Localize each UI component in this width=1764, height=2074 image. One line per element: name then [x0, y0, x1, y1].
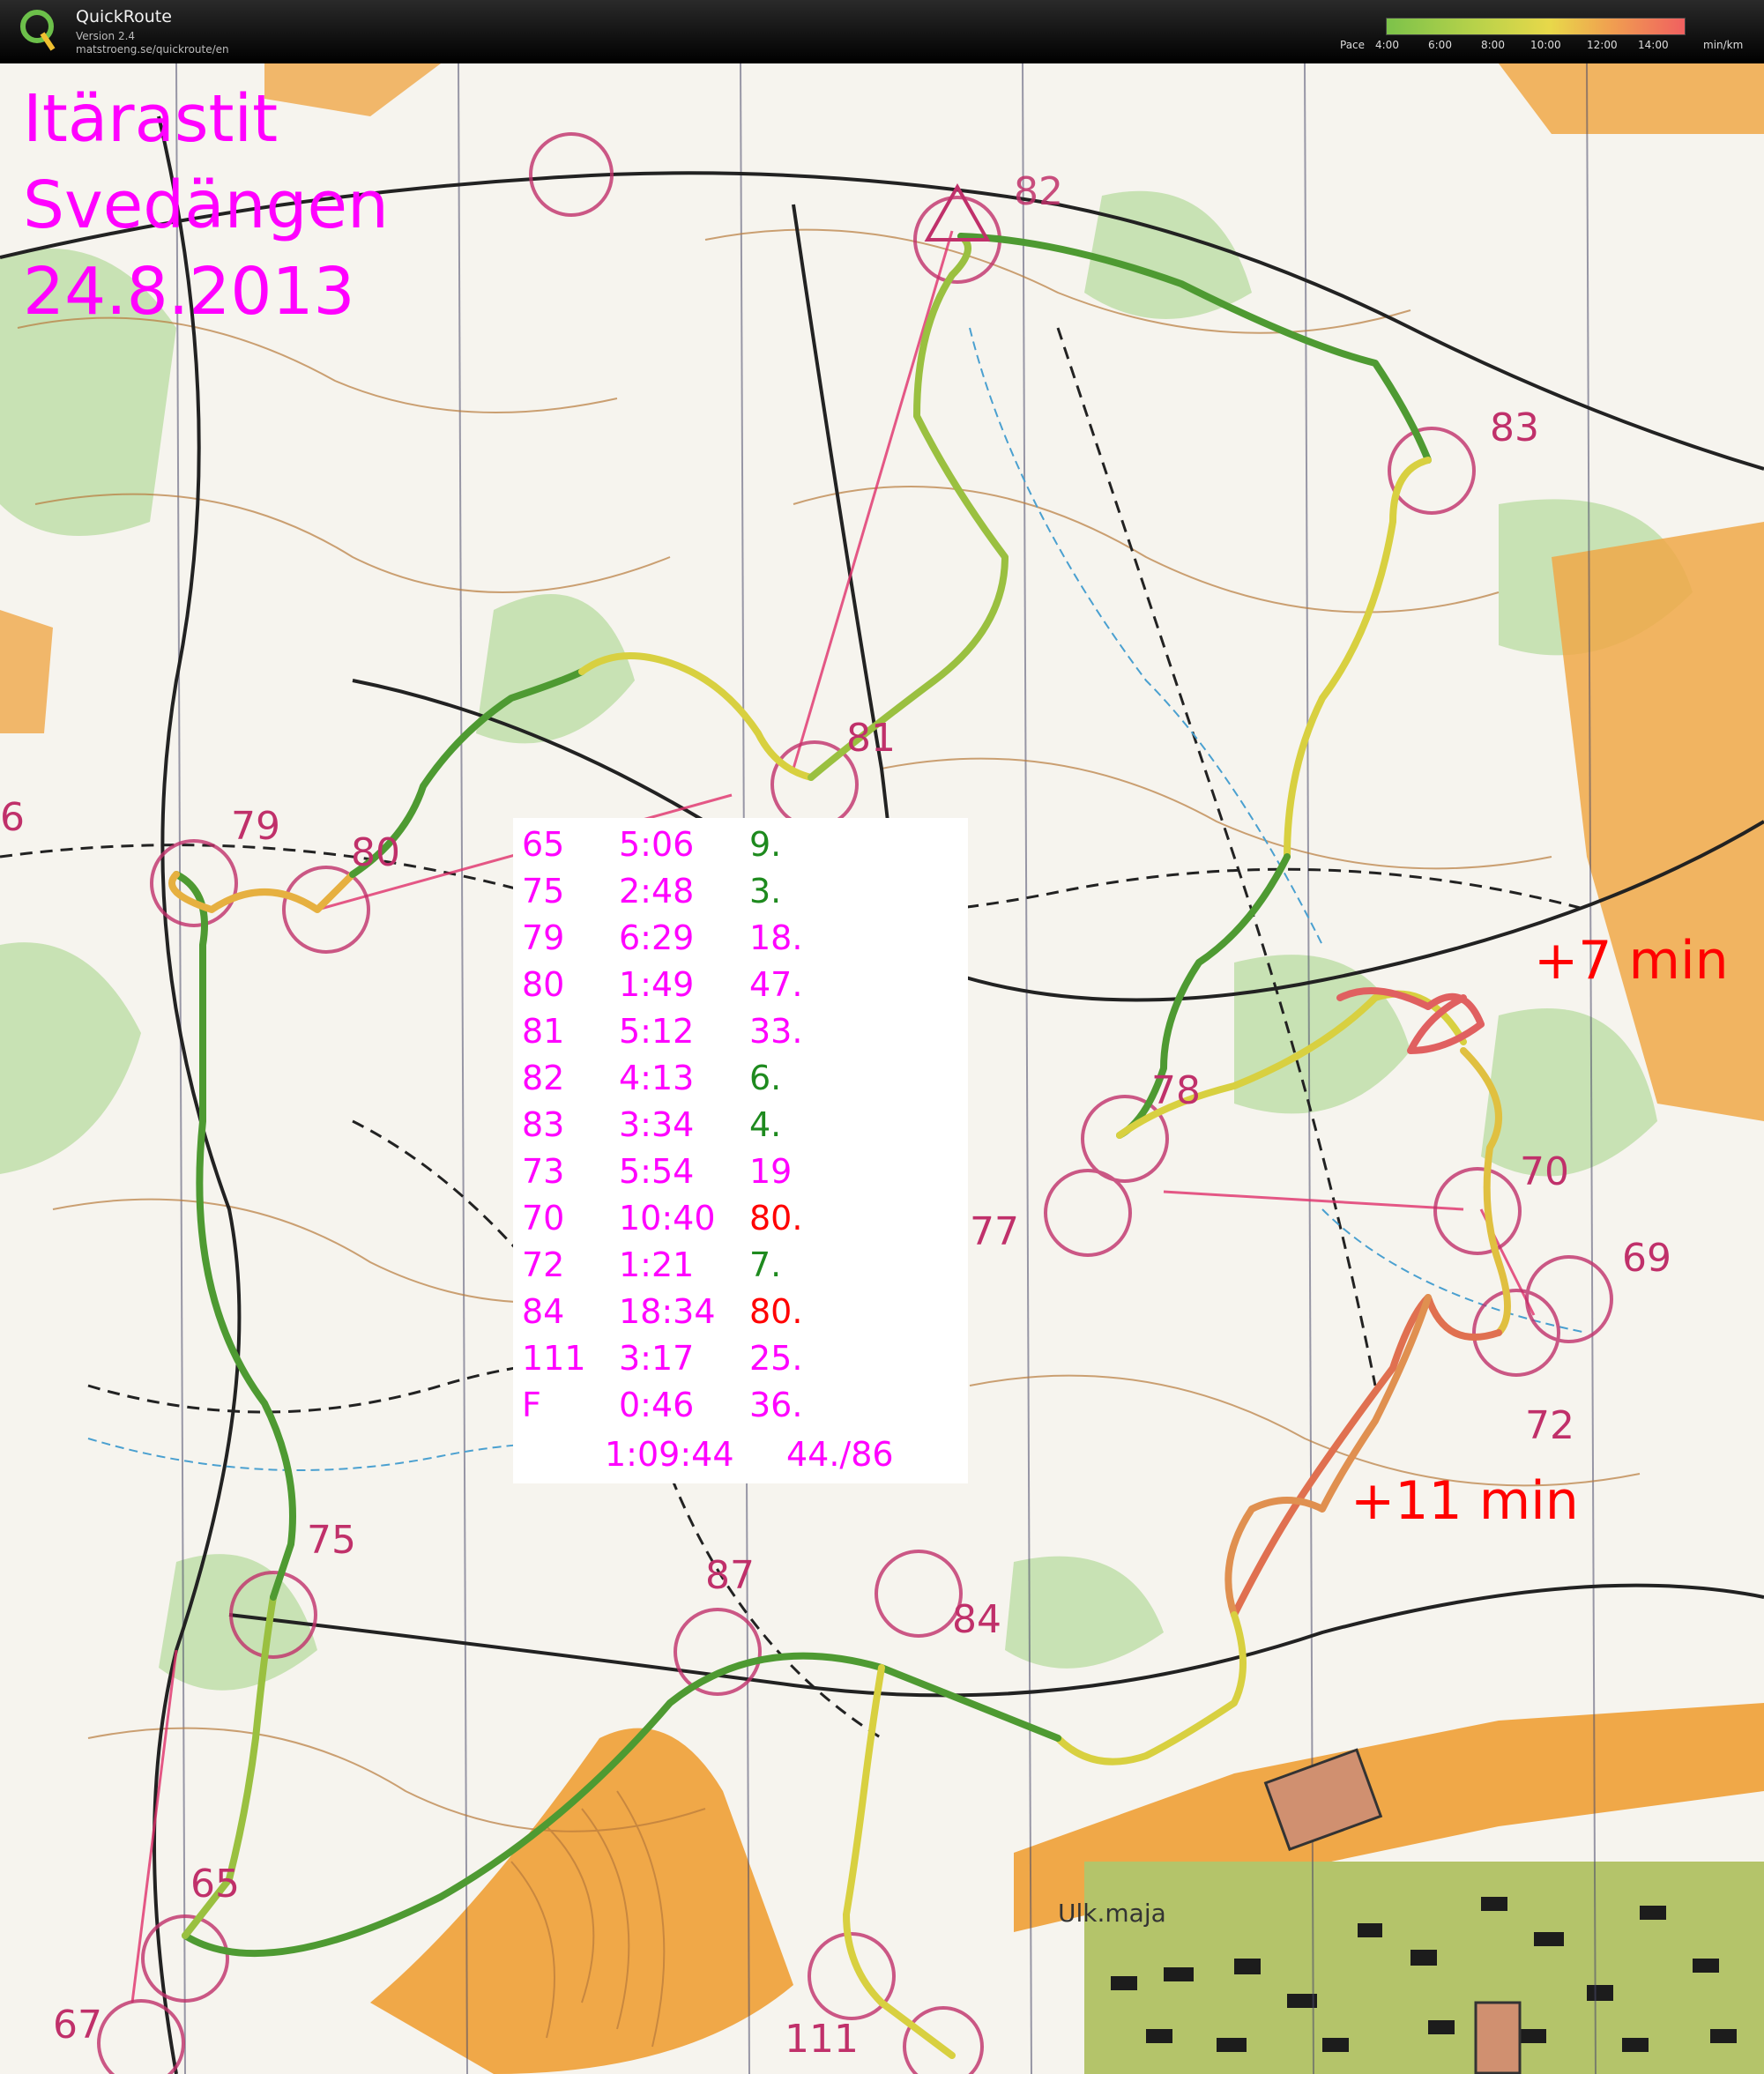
split-row: 70 10:40 80. — [513, 1199, 968, 1243]
split-row: 81 5:12 33. — [513, 1012, 968, 1056]
split-time: 4:13 — [619, 1059, 695, 1097]
split-rank: 25. — [749, 1339, 803, 1378]
time-lost-note: +11 min — [1351, 1470, 1579, 1532]
split-row: 79 6:29 18. — [513, 918, 968, 963]
split-control: 80 — [522, 965, 565, 1004]
pace-unit: min/km — [1703, 39, 1744, 51]
split-control: F — [522, 1386, 541, 1424]
split-control: 72 — [522, 1245, 565, 1284]
split-rank: 33. — [749, 1012, 803, 1051]
split-time: 0:46 — [619, 1386, 695, 1424]
time-lost-note: +7 min — [1534, 930, 1729, 992]
split-rank: 19 — [749, 1152, 793, 1191]
split-time: 2:48 — [619, 872, 695, 911]
control-label: 72 — [1525, 1403, 1574, 1448]
control-label: 79 — [231, 804, 280, 849]
control-label: 65 — [190, 1862, 240, 1907]
control-label: 83 — [1490, 405, 1539, 450]
split-row: 80 1:49 47. — [513, 965, 968, 1009]
control-label: 84 — [952, 1597, 1001, 1642]
split-time: 6:29 — [619, 918, 695, 957]
split-time: 3:34 — [619, 1105, 695, 1144]
split-row: 82 4:13 6. — [513, 1059, 968, 1103]
split-control: 75 — [522, 872, 565, 911]
control-label: 80 — [351, 830, 400, 875]
control-label: 81 — [846, 716, 896, 761]
split-time: 3:17 — [619, 1339, 695, 1378]
split-rank: 18. — [749, 918, 803, 957]
event-location: Svedängen — [23, 167, 389, 243]
total-time: 1:09:44 — [605, 1435, 734, 1474]
split-row: 83 3:34 4. — [513, 1105, 968, 1149]
total-rank: 44./86 — [786, 1435, 894, 1474]
split-time: 5:12 — [619, 1012, 695, 1051]
split-rank: 80. — [749, 1199, 803, 1238]
pace-tick: 6:00 — [1428, 39, 1452, 51]
split-control: 73 — [522, 1152, 565, 1191]
split-time: 1:21 — [619, 1245, 695, 1284]
split-control: 70 — [522, 1199, 565, 1238]
app-toolbar: QuickRoute Version 2.4 matstroeng.se/qui… — [0, 0, 1764, 63]
split-rank: 6. — [749, 1059, 782, 1097]
control-label: 70 — [1520, 1149, 1569, 1194]
split-rank: 3. — [749, 872, 782, 911]
pace-tick: 14:00 — [1638, 39, 1669, 51]
place-label: Ulk.maja — [1058, 1899, 1166, 1928]
split-rank: 7. — [749, 1245, 782, 1284]
split-control: 81 — [522, 1012, 565, 1051]
control-label: 69 — [1622, 1236, 1671, 1281]
quickroute-logo-icon — [20, 10, 56, 51]
event-date: 24.8.2013 — [23, 254, 355, 330]
pace-label: Pace — [1340, 39, 1366, 51]
pace-tick: 10:00 — [1530, 39, 1561, 51]
split-rank: 80. — [749, 1292, 803, 1331]
split-row: 111 3:17 25. — [513, 1339, 968, 1383]
split-row: 75 2:48 3. — [513, 872, 968, 916]
split-time: 18:34 — [619, 1292, 716, 1331]
split-times-table: 65 5:06 9. 75 2:48 3. 79 6:29 18. 80 1:49 47. 81 5:12… — [513, 818, 968, 1483]
event-title: Itärastit — [23, 81, 279, 157]
building-icon — [1474, 2001, 1522, 2074]
split-row: 73 5:54 19 — [513, 1152, 968, 1196]
split-row: 65 5:06 9. — [513, 825, 968, 869]
split-control: 84 — [522, 1292, 565, 1331]
split-control: 83 — [522, 1105, 565, 1144]
split-row: 84 18:34 80. — [513, 1292, 968, 1336]
split-time: 5:54 — [619, 1152, 695, 1191]
control-label: 82 — [1014, 169, 1063, 214]
split-control: 111 — [522, 1339, 586, 1378]
split-control: 82 — [522, 1059, 565, 1097]
pace-tick: 4:00 — [1375, 39, 1399, 51]
split-time: 10:40 — [619, 1199, 716, 1238]
control-label: 6 — [0, 795, 25, 840]
control-label: 87 — [705, 1553, 755, 1598]
pace-color-scale — [1386, 18, 1686, 35]
control-label: 67 — [53, 2003, 102, 2048]
control-label: 78 — [1151, 1068, 1201, 1113]
split-time: 1:49 — [619, 965, 695, 1004]
app-name: QuickRoute — [76, 7, 172, 26]
split-row: F 0:46 36. — [513, 1386, 968, 1430]
app-url: matstroeng.se/quickroute/en — [76, 43, 229, 56]
split-time: 5:06 — [619, 825, 695, 864]
split-rank: 4. — [749, 1105, 782, 1144]
pace-tick: 12:00 — [1587, 39, 1618, 51]
app-version: Version 2.4 — [76, 30, 136, 42]
split-row: 72 1:21 7. — [513, 1245, 968, 1290]
pace-tick: 8:00 — [1481, 39, 1505, 51]
split-rank: 47. — [749, 965, 803, 1004]
split-rank: 9. — [749, 825, 782, 864]
control-label: 75 — [307, 1518, 356, 1563]
control-label: 111 — [785, 2017, 859, 2062]
split-control: 79 — [522, 918, 565, 957]
control-label: 77 — [970, 1209, 1019, 1254]
split-rank: 36. — [749, 1386, 803, 1424]
split-control: 65 — [522, 825, 565, 864]
